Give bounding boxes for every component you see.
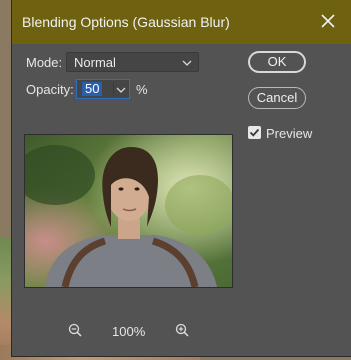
mode-select[interactable]: Normal [66, 52, 199, 72]
dialog-title: Blending Options (Gaussian Blur) [22, 14, 230, 30]
chevron-down-icon[interactable] [116, 85, 126, 95]
zoom-out-icon[interactable] [68, 323, 82, 337]
portrait-photo [25, 135, 232, 287]
preview-label: Preview [266, 126, 313, 141]
opacity-value: 50 [82, 82, 103, 96]
chevron-down-icon [182, 60, 192, 66]
blending-options-dialog: Blending Options (Gaussian Blur) Mode: N… [12, 0, 351, 356]
close-icon[interactable] [319, 12, 337, 30]
zoom-in-icon[interactable] [175, 323, 189, 337]
preview-checkbox[interactable] [248, 126, 261, 139]
opacity-input[interactable]: 50 [76, 79, 130, 99]
mode-label: Mode: [26, 55, 63, 70]
mode-value: Normal [74, 55, 116, 70]
opacity-label: Opacity: [26, 82, 74, 97]
dialog-titlebar: Blending Options (Gaussian Blur) [12, 0, 351, 44]
opacity-unit: % [136, 82, 148, 97]
zoom-level: 100% [112, 324, 146, 339]
check-icon [249, 128, 260, 137]
ok-button[interactable]: OK [248, 51, 306, 73]
opacity-divider [113, 82, 114, 96]
cancel-button[interactable]: Cancel [248, 87, 306, 109]
preview-image [24, 134, 233, 288]
